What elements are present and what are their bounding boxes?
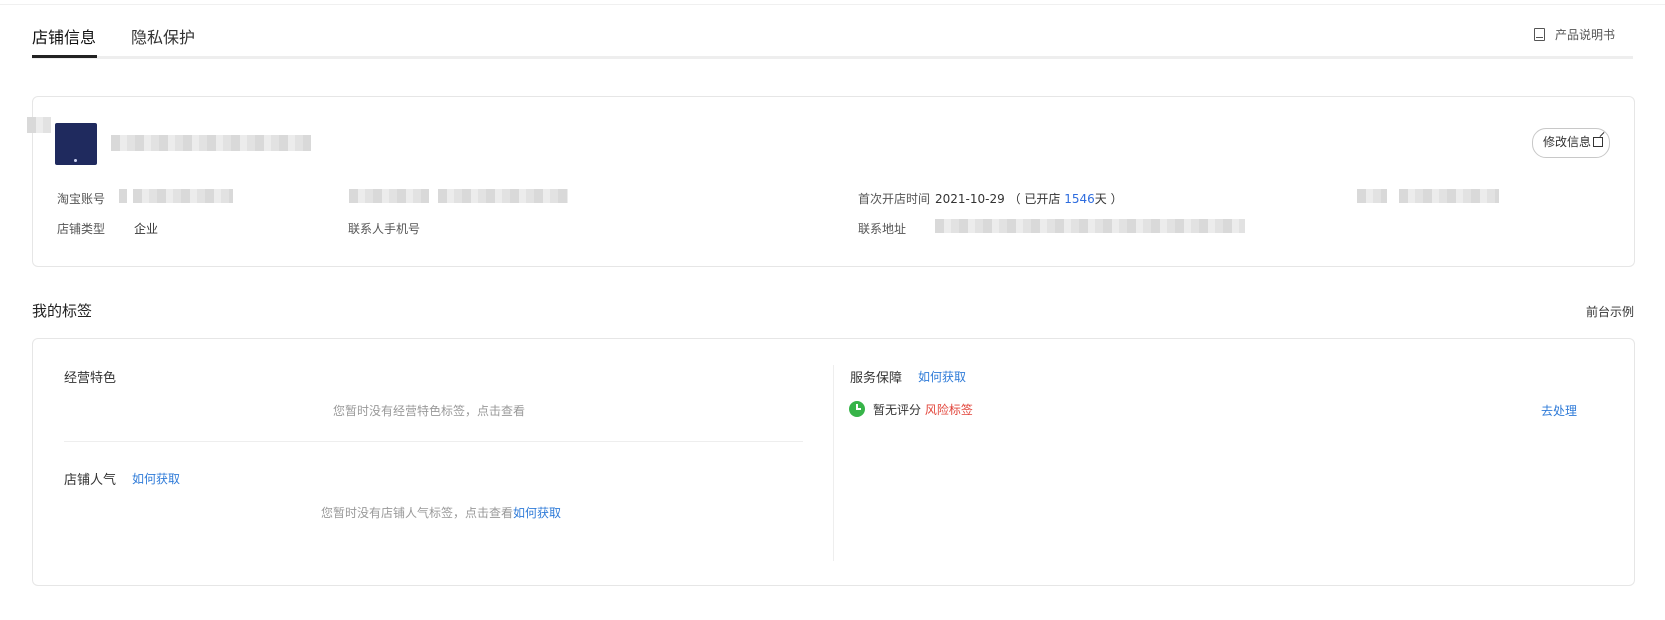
edit-info-label: 修改信息	[1542, 135, 1591, 149]
top-divider	[0, 0, 1665, 5]
external-link-icon	[1593, 137, 1603, 147]
store-info-card: 修改信息 淘宝账号 首次开店时间 2021-10-29 （ 已开店 1546天 …	[27, 96, 1635, 267]
first-open-label: 首次开店时间	[858, 192, 931, 206]
row-divider	[64, 441, 803, 442]
address-label: 联系地址	[858, 222, 907, 236]
popularity-title: 店铺人气	[64, 473, 117, 488]
account-label: 淘宝账号	[57, 192, 106, 206]
my-tags-title: 我的标签	[32, 302, 93, 320]
risk-tag-label: 风险标签	[924, 403, 973, 417]
contact-phone-label: 联系人手机号	[348, 222, 421, 236]
open-days: 1546	[1064, 192, 1095, 206]
tab-active-indicator	[32, 55, 97, 58]
tab-privacy[interactable]: 隐私保护	[131, 24, 195, 48]
redacted-block	[1399, 189, 1499, 203]
popularity-empty-text: 您暂时没有店铺人气标签，点击查看如何获取	[321, 506, 562, 520]
service-title: 服务保障	[850, 371, 903, 386]
redacted-field-label	[349, 189, 429, 203]
tab-store-info[interactable]: 店铺信息	[32, 24, 96, 48]
popularity-empty-link[interactable]: 如何获取	[513, 506, 561, 520]
redacted-field-value	[438, 189, 568, 203]
redacted-block	[119, 189, 127, 203]
popularity-how-link[interactable]: 如何获取	[132, 470, 180, 487]
tags-card: 经营特色 您暂时没有经营特色标签，点击查看 店铺人气 如何获取 您暂时没有店铺人…	[32, 338, 1635, 586]
book-icon	[1533, 28, 1545, 41]
account-value-redacted	[133, 189, 233, 203]
store-avatar	[55, 123, 97, 165]
tab-track	[32, 56, 1633, 59]
column-divider	[833, 365, 834, 561]
clock-icon	[849, 401, 865, 417]
store-type-label: 店铺类型	[57, 222, 106, 236]
features-title: 经营特色	[64, 371, 117, 386]
product-manual-link[interactable]: 产品说明书	[1533, 26, 1615, 43]
features-empty-text: 您暂时没有经营特色标签，点击查看	[333, 404, 526, 418]
redacted-block	[1357, 189, 1387, 203]
store-type-value: 企业	[134, 222, 159, 236]
edit-info-button[interactable]: 修改信息	[1531, 128, 1610, 158]
address-value-redacted	[935, 219, 1245, 233]
first-open-value: 2021-10-29 （ 已开店 1546天 ）	[935, 192, 1123, 206]
store-name-redacted	[111, 135, 311, 151]
redacted-block	[27, 117, 51, 133]
preview-example-link[interactable]: 前台示例	[1586, 303, 1634, 320]
product-manual-label: 产品说明书	[1554, 28, 1615, 42]
service-status: 暂无评分 风险标签	[873, 403, 973, 417]
tab-bar: 店铺信息 隐私保护 产品说明书	[32, 20, 1633, 60]
service-how-link[interactable]: 如何获取	[918, 368, 966, 385]
handle-button[interactable]: 去处理	[1541, 402, 1577, 419]
